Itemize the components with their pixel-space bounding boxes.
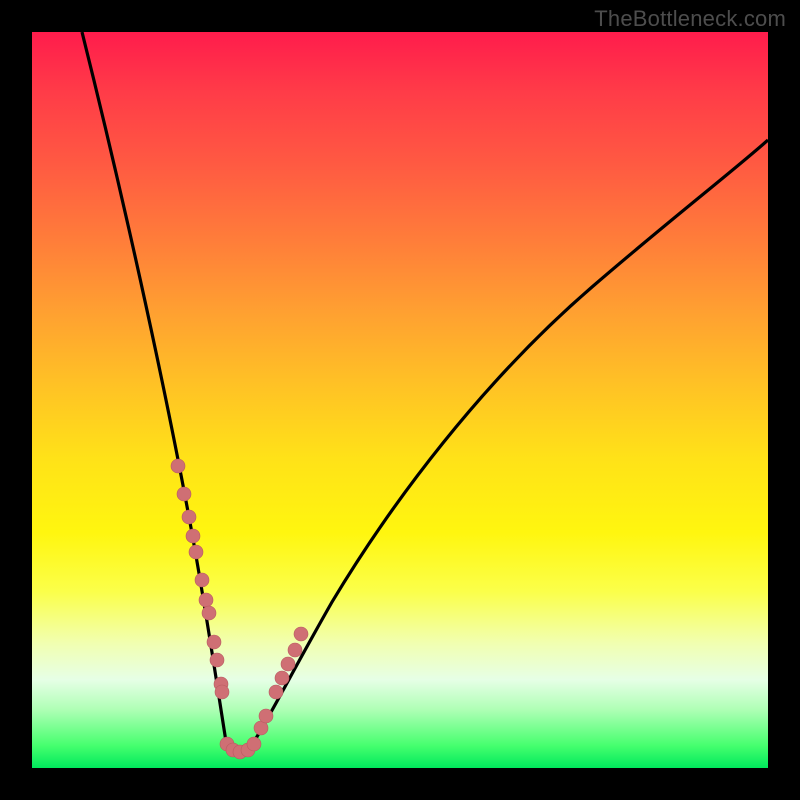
data-point bbox=[171, 459, 185, 473]
data-point bbox=[186, 529, 200, 543]
data-point bbox=[199, 593, 213, 607]
data-point bbox=[177, 487, 191, 501]
data-point bbox=[207, 635, 221, 649]
data-point bbox=[215, 685, 229, 699]
data-point bbox=[195, 573, 209, 587]
data-point bbox=[247, 737, 261, 751]
data-point bbox=[269, 685, 283, 699]
bottleneck-curve bbox=[82, 32, 768, 752]
data-point bbox=[189, 545, 203, 559]
data-point bbox=[281, 657, 295, 671]
curve-svg bbox=[32, 32, 768, 768]
plot-area bbox=[32, 32, 768, 768]
data-point bbox=[202, 606, 216, 620]
data-point bbox=[259, 709, 273, 723]
data-point bbox=[275, 671, 289, 685]
chart-frame: TheBottleneck.com bbox=[0, 0, 800, 800]
data-point bbox=[182, 510, 196, 524]
watermark-label: TheBottleneck.com bbox=[594, 6, 786, 32]
marker-group bbox=[171, 459, 308, 759]
data-point bbox=[294, 627, 308, 641]
data-point bbox=[210, 653, 224, 667]
data-point bbox=[288, 643, 302, 657]
